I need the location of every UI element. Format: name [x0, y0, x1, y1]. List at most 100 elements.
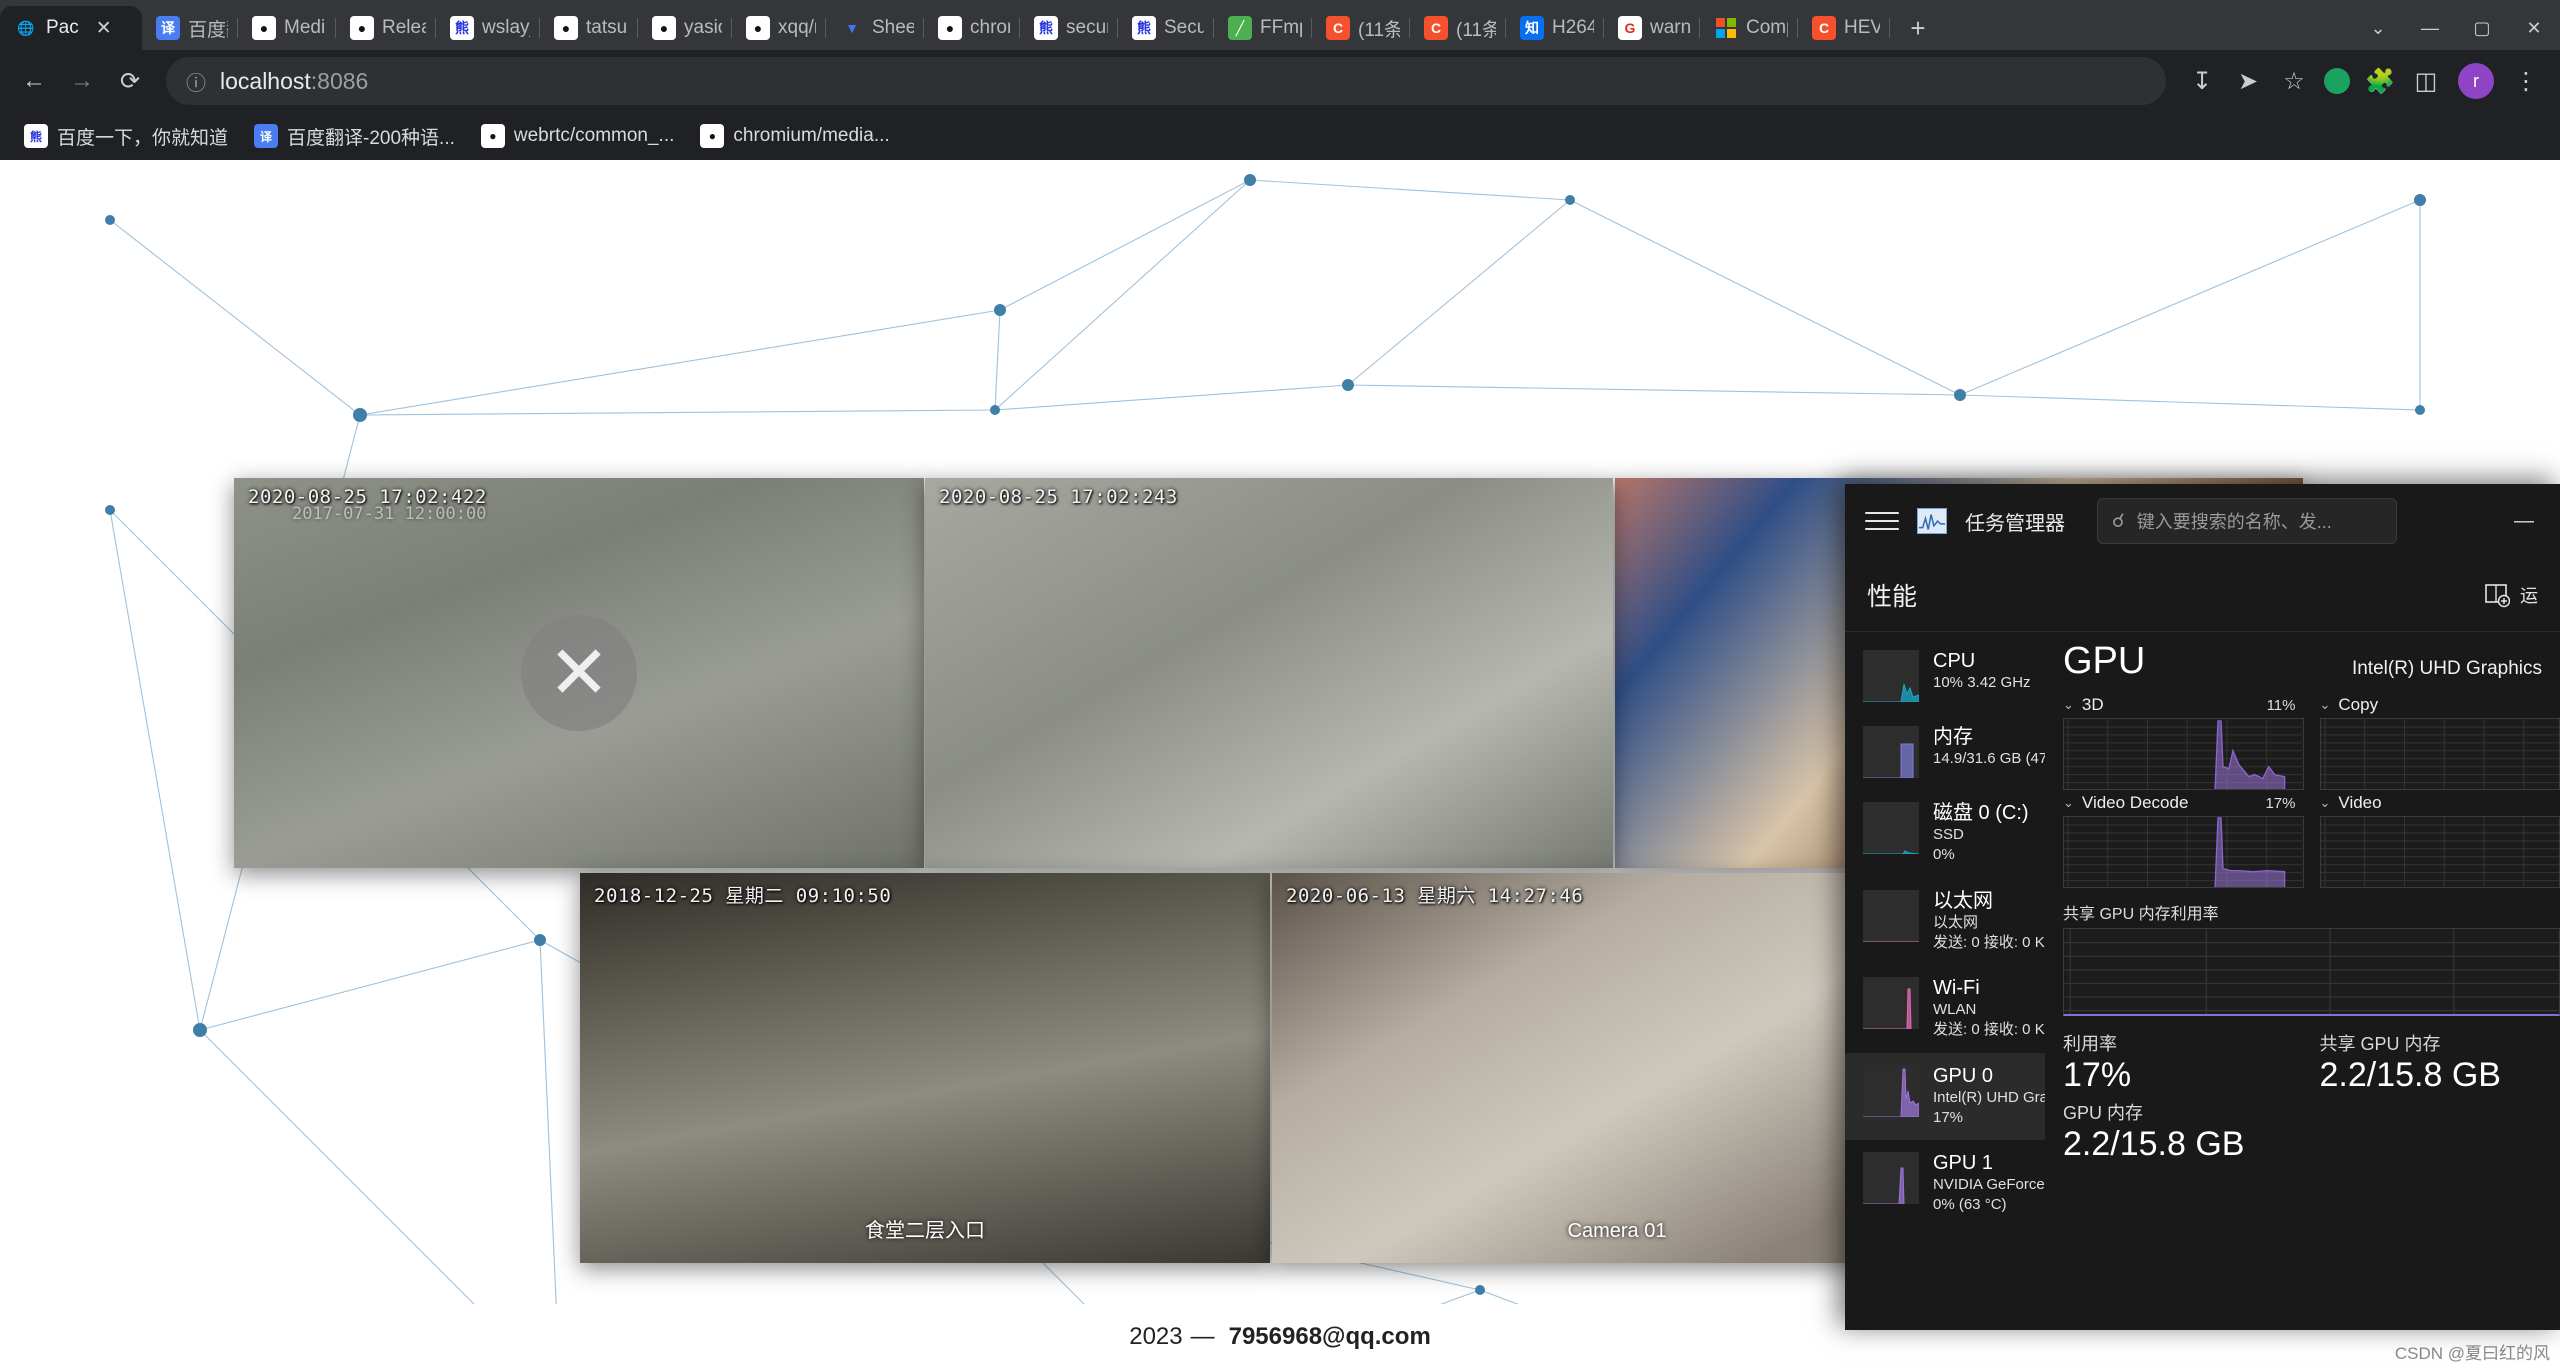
bookmark-item[interactable]: 熊百度一下，你就知道	[14, 117, 238, 156]
browser-tab[interactable]: 知 H264/	[1506, 6, 1604, 50]
side-panel-icon[interactable]: ◫	[2404, 59, 2448, 103]
camera-tile[interactable]: 2020-08-25 17:02:243	[925, 478, 1613, 868]
address-bar[interactable]: ⓘ localhost:8086	[166, 57, 2166, 105]
resource-row[interactable]: 内存 14.9/31.6 GB (47%)	[1845, 714, 2045, 790]
share-icon[interactable]: ➤	[2226, 59, 2270, 103]
resource-row[interactable]: Wi-Fi WLAN 发送: 0 接收: 0 Kbps	[1845, 965, 2045, 1053]
browser-tab[interactable]: 熊 secure	[1020, 6, 1118, 50]
bookmark-item[interactable]: 译百度翻译-200种语...	[244, 117, 465, 156]
gpu-engine-header[interactable]: ⌄ Video	[2320, 790, 2560, 816]
github-icon: ●	[554, 16, 578, 40]
back-button[interactable]: ←	[12, 59, 56, 103]
tab-search-button[interactable]: ⌄	[2352, 6, 2404, 50]
gpu-engine-panel: ⌄ Copy	[2319, 692, 2560, 790]
browser-toolbar: ← → ⟳ ⓘ localhost:8086 ↧ ➤ ☆ 🧩 ◫ r ⋮	[0, 50, 2560, 112]
star-icon[interactable]: ☆	[2272, 59, 2316, 103]
resource-meta: 磁盘 0 (C:) SSD 0%	[1933, 802, 2029, 866]
camera-tile[interactable]: 2018-12-25 星期二 09:10:50 食堂二层入口	[580, 873, 1270, 1263]
download-icon[interactable]: ↧	[2180, 59, 2224, 103]
resource-detail: 0%	[1933, 846, 1955, 864]
gpu-engine-panel: ⌄ 3D 11%	[2063, 692, 2304, 790]
run-new-task-button[interactable]: 运	[2484, 582, 2538, 608]
chevron-down-icon[interactable]: ⌄	[2320, 697, 2331, 713]
browser-tab[interactable]: ● xqq/m	[732, 6, 826, 50]
csdn-icon: C	[1812, 16, 1836, 40]
tab-label: (11条	[1358, 19, 1400, 41]
browser-tab[interactable]: C (11条	[1312, 6, 1410, 50]
browser-tab[interactable]: C (11条	[1410, 6, 1506, 50]
tab-label: Secur	[1164, 17, 1204, 38]
maximize-button[interactable]: ▢	[2456, 6, 2508, 50]
close-tab-icon[interactable]: ✕	[91, 15, 117, 41]
browser-tab[interactable]: ● tatsuh	[540, 6, 638, 50]
camera-tile[interactable]: 2017-07-31 12:00:00 2020-08-25 17:02:422 ✕	[234, 478, 924, 868]
resource-detail: NVIDIA GeForce RT...	[1933, 1176, 2045, 1193]
gpu-engine-header[interactable]: ⌄ Copy	[2320, 692, 2560, 718]
resource-meta: 内存 14.9/31.6 GB (47%)	[1933, 726, 2045, 769]
reload-button[interactable]: ⟳	[108, 59, 152, 103]
camera-caption: 食堂二层入口	[865, 1220, 985, 1242]
browser-tab[interactable]: ╱ FFmp	[1214, 6, 1312, 50]
resource-row[interactable]: GPU 1 NVIDIA GeForce RT... 0% (63 °C)	[1845, 1140, 2045, 1228]
tab-label: wslay_	[482, 17, 530, 38]
gpu-stat-label: 共享 GPU 内存	[2319, 1034, 2441, 1054]
close-window-button[interactable]: ✕	[2508, 6, 2560, 50]
browser-tab[interactable]: ● chrom	[924, 6, 1020, 50]
browser-tab[interactable]: 熊 wslay_	[436, 6, 540, 50]
gpu-stat: 共享 GPU 内存 2.2/15.8 GB	[2320, 1030, 2560, 1095]
chevron-down-icon[interactable]: ⌄	[2320, 795, 2331, 811]
tab-label: yasio/	[684, 17, 722, 38]
resource-row[interactable]: GPU 0Intel(R) UHD Graphics 17%	[1845, 1052, 2045, 1140]
resource-detail: 17%	[1933, 1108, 1964, 1126]
minimize-button[interactable]: —	[2404, 6, 2456, 50]
section-title: 性能	[1867, 582, 1918, 611]
chrome-menu-icon[interactable]: ⋮	[2504, 59, 2548, 103]
bookmark-item[interactable]: ● webrtc/common_...	[471, 118, 685, 154]
tab-label: Releas	[382, 17, 426, 38]
browser-tab[interactable]: ● yasio/	[638, 6, 732, 50]
bookmark-item[interactable]: ● chromium/media...	[690, 118, 899, 154]
extension-green-icon[interactable]	[2324, 68, 2350, 94]
browser-tab[interactable]: Gwarni	[1604, 6, 1700, 50]
gpu-engine-header[interactable]: ⌄ Video Decode 17%	[2063, 790, 2304, 816]
resource-row[interactable]: CPU 10% 3.42 GHz	[1845, 638, 2045, 714]
resource-detail: 发送: 0 接收: 0 Kbps	[1933, 933, 2045, 951]
gpu-title: GPU	[2063, 640, 2146, 682]
resource-detail: 0% (63 °C)	[1933, 1196, 2007, 1214]
search-input[interactable]: ☌ 键入要搜索的名称、发...	[2097, 498, 2397, 544]
bookmarks-bar: 熊百度一下，你就知道译百度翻译-200种语... ● webrtc/common_.…	[0, 112, 2560, 160]
tab-label: xqq/m	[778, 17, 816, 38]
task-manager-minimize-button[interactable]: —	[2508, 510, 2540, 533]
forward-button[interactable]: →	[60, 59, 104, 103]
resource-detail: 10% 3.42 GHz	[1933, 674, 2031, 691]
browser-tab[interactable]: Comp	[1700, 6, 1798, 50]
resource-sparkline	[1863, 977, 1919, 1029]
gpu-engine-header[interactable]: ⌄ 3D 11%	[2063, 692, 2304, 718]
browser-tab[interactable]: ● Media	[238, 6, 336, 50]
globe-icon: 🌐	[17, 19, 35, 36]
tab-label: chrom	[970, 17, 1010, 38]
gpu-stat: 利用率 17%	[2063, 1030, 2304, 1095]
gpu-stat-value: 2.2/15.8 GB	[2319, 1056, 2501, 1094]
resource-detail: Intel(R) UHD Graphics	[1933, 1088, 2045, 1106]
info-circle-icon[interactable]: ⓘ	[186, 67, 206, 96]
browser-tab[interactable]: ● Releas	[336, 6, 436, 50]
browser-tab[interactable]: ▼ Sheet	[826, 6, 924, 50]
hamburger-icon[interactable]	[1865, 504, 1899, 538]
chevron-down-icon[interactable]: ⌄	[2063, 697, 2074, 713]
browser-tab[interactable]: 熊 Secur	[1118, 6, 1214, 50]
profile-avatar[interactable]: r	[2458, 63, 2494, 99]
close-stream-button[interactable]: ✕	[521, 615, 637, 731]
resource-row[interactable]: 磁盘 0 (C:) SSD 0%	[1845, 790, 2045, 878]
new-tab-button[interactable]: +	[1896, 6, 1940, 50]
url-host: localhost	[220, 67, 311, 94]
resource-name: 内存	[1933, 726, 1973, 748]
extensions-icon[interactable]: 🧩	[2358, 59, 2402, 103]
resource-row[interactable]: 以太网以太网发送: 0 接收: 0 Kbps	[1845, 878, 2045, 966]
chevron-down-icon[interactable]: ⌄	[2063, 795, 2074, 811]
task-manager-title: 任务管理器	[1965, 512, 2065, 535]
browser-tab[interactable]: C HEVC	[1798, 6, 1890, 50]
browser-tab[interactable]: 译百度翻	[142, 6, 238, 50]
browser-tab[interactable]: 🌐 Pac ✕	[0, 6, 142, 50]
resource-meta: GPU 0Intel(R) UHD Graphics 17%	[1933, 1065, 2045, 1129]
